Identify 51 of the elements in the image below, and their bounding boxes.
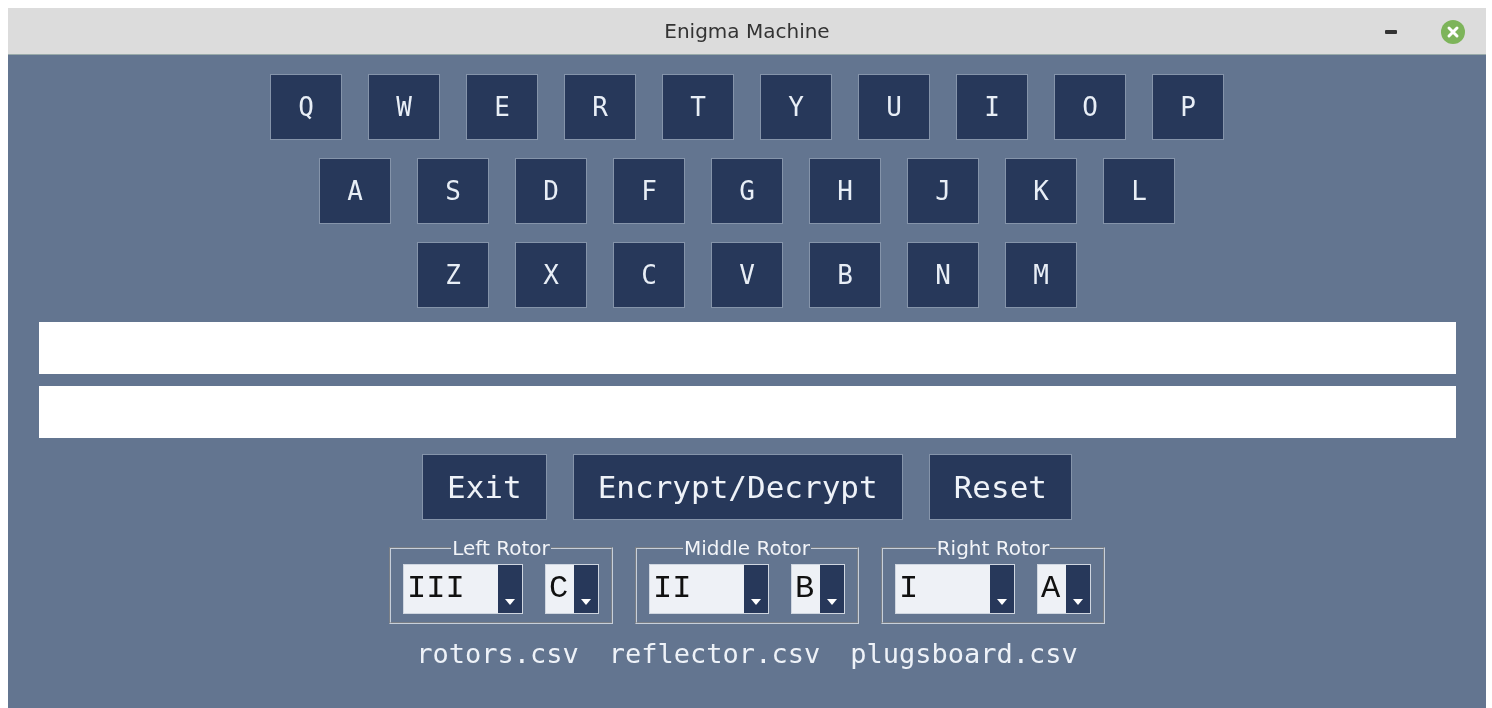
caret-icon[interactable] — [751, 599, 761, 605]
rotor-dropdown[interactable]: III — [403, 564, 523, 614]
position-dropdown[interactable]: C — [545, 564, 599, 614]
key-button[interactable]: W — [368, 74, 440, 140]
caret-icon[interactable] — [827, 599, 837, 605]
window-title: Enigma Machine — [664, 19, 830, 43]
key-button[interactable]: Y — [760, 74, 832, 140]
rotor-dropdown[interactable]: I — [895, 564, 1015, 614]
key-button[interactable]: U — [858, 74, 930, 140]
key-button[interactable]: K — [1005, 158, 1077, 224]
minimize-icon[interactable] — [1384, 29, 1398, 35]
action-button[interactable]: Reset — [928, 454, 1072, 520]
action-button[interactable]: Encrypt/Decrypt — [572, 454, 903, 520]
key-button[interactable]: C — [613, 242, 685, 308]
caret-icon[interactable] — [581, 599, 591, 605]
key-button[interactable]: R — [564, 74, 636, 140]
key-button[interactable]: Q — [270, 74, 342, 140]
key-button[interactable]: M — [1005, 242, 1077, 308]
group-label: Middle Rotor — [683, 536, 811, 560]
key-button[interactable]: D — [515, 158, 587, 224]
key-button[interactable]: H — [809, 158, 881, 224]
key-button[interactable]: X — [515, 242, 587, 308]
key-button[interactable]: F — [613, 158, 685, 224]
input-field[interactable] — [38, 322, 1456, 374]
key-button[interactable]: B — [809, 242, 881, 308]
key-button[interactable]: L — [1103, 158, 1175, 224]
key-button[interactable]: E — [466, 74, 538, 140]
caret-icon[interactable] — [997, 599, 1007, 605]
file-label: rotors.csv — [416, 638, 579, 669]
file-label: reflector.csv — [608, 638, 821, 669]
key-button[interactable]: S — [417, 158, 489, 224]
group-label: Left Rotor — [451, 536, 551, 560]
caret-icon[interactable] — [1073, 599, 1083, 605]
position-dropdown[interactable]: A — [1037, 564, 1091, 614]
key-button[interactable]: V — [711, 242, 783, 308]
key-button[interactable]: T — [662, 74, 734, 140]
position-dropdown[interactable]: B — [791, 564, 845, 614]
action-button[interactable]: Exit — [422, 454, 547, 520]
key-button[interactable]: Z — [417, 242, 489, 308]
group-label: Right Rotor — [935, 536, 1051, 560]
file-label: plugsboard.csv — [850, 638, 1078, 669]
rotor-dropdown[interactable]: II — [649, 564, 769, 614]
caret-icon[interactable] — [505, 599, 515, 605]
key-button[interactable]: A — [319, 158, 391, 224]
key-button[interactable]: G — [711, 158, 783, 224]
key-button[interactable]: I — [956, 74, 1028, 140]
key-button[interactable]: N — [907, 242, 979, 308]
key-button[interactable]: O — [1054, 74, 1126, 140]
key-button[interactable]: P — [1152, 74, 1224, 140]
output-field[interactable] — [38, 386, 1456, 438]
key-button[interactable]: J — [907, 158, 979, 224]
